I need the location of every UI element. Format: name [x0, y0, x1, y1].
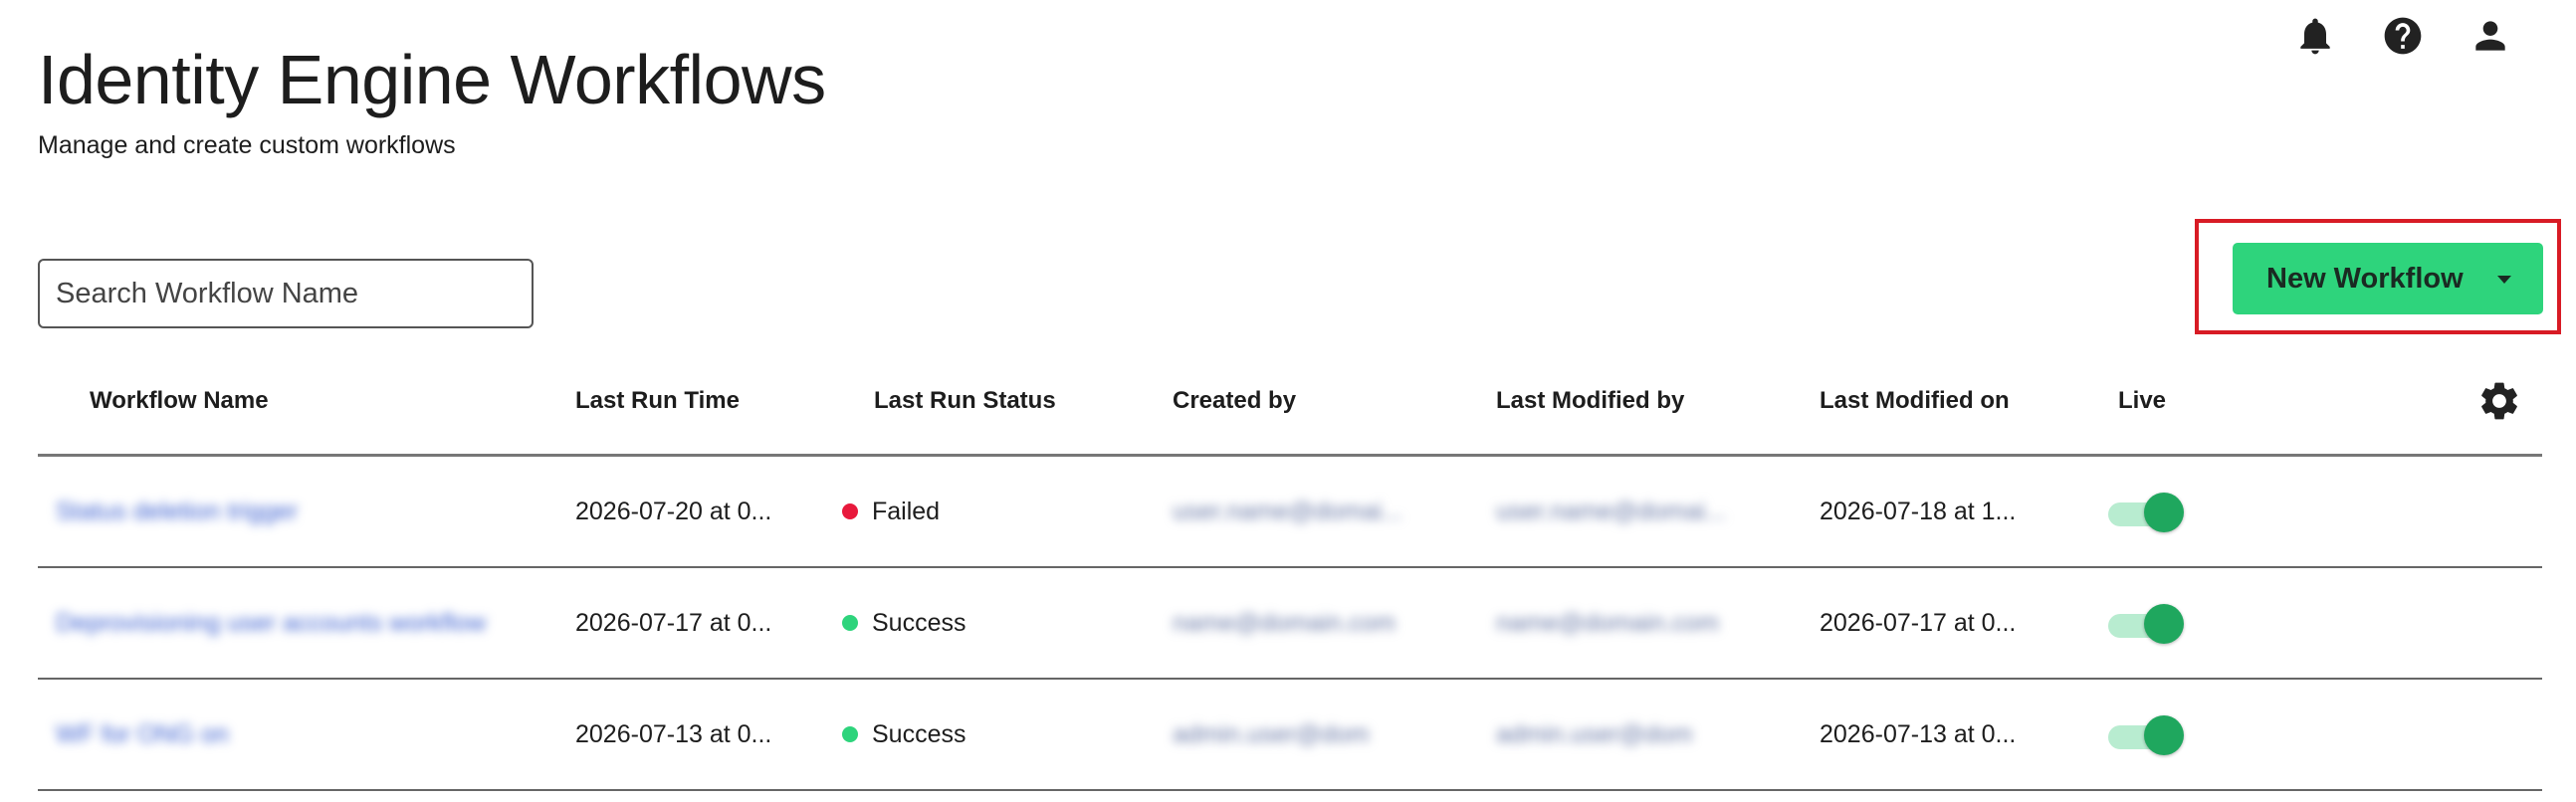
- last-run-time: 2026-07-13 at 0...: [575, 720, 772, 748]
- last-modified-by: name@domain.com: [1496, 609, 1720, 637]
- header-actions: [2293, 14, 2512, 58]
- workflows-table: Workflow Name Last Run Time Last Run Sta…: [38, 368, 2542, 791]
- status-success-dot: [842, 726, 858, 742]
- table-row[interactable]: Status deletion trigger 2026-07-20 at 0.…: [38, 457, 2542, 568]
- created-by: name@domain.com: [1173, 609, 1396, 637]
- column-header-last-modified-on[interactable]: Last Modified on: [1820, 386, 2010, 416]
- table-row[interactable]: WF for ONG on 2026-07-13 at 0... Success…: [38, 680, 2542, 791]
- column-header-live[interactable]: Live: [2118, 386, 2166, 416]
- page-title: Identity Engine Workflows: [38, 41, 826, 118]
- created-by: admin.user@dom: [1173, 720, 1370, 748]
- new-workflow-label: New Workflow: [2266, 262, 2464, 295]
- workflow-name-link[interactable]: Deprovisioning user accounts workflow: [56, 608, 486, 638]
- last-run-status: Success: [842, 608, 966, 638]
- user-icon[interactable]: [2469, 14, 2512, 58]
- last-run-status: Success: [842, 719, 966, 749]
- last-modified-by: admin.user@dom: [1496, 720, 1693, 748]
- column-header-created-by[interactable]: Created by: [1173, 386, 1296, 416]
- last-run-status: Failed: [842, 497, 940, 526]
- bell-icon[interactable]: [2293, 14, 2337, 58]
- search-input[interactable]: [38, 259, 534, 328]
- last-modified-on: 2026-07-18 at 1...: [1820, 498, 2017, 525]
- caret-down-icon[interactable]: [2497, 276, 2511, 284]
- table-header: Workflow Name Last Run Time Last Run Sta…: [38, 368, 2542, 457]
- status-label: Success: [872, 609, 966, 637]
- status-label: Failed: [872, 498, 941, 525]
- column-header-last-run-time[interactable]: Last Run Time: [575, 386, 740, 416]
- status-failed-dot: [842, 503, 858, 519]
- created-by: user.name@domai...: [1173, 498, 1403, 525]
- table-row[interactable]: Deprovisioning user accounts workflow 20…: [38, 568, 2542, 680]
- status-success-dot: [842, 615, 858, 631]
- last-modified-on: 2026-07-13 at 0...: [1820, 720, 2017, 748]
- live-toggle[interactable]: [2106, 604, 2184, 644]
- page-subtitle: Manage and create custom workflows: [38, 131, 456, 159]
- last-run-time: 2026-07-20 at 0...: [575, 498, 772, 525]
- column-header-workflow-name[interactable]: Workflow Name: [90, 386, 269, 416]
- column-header-last-run-status[interactable]: Last Run Status: [874, 386, 1056, 416]
- help-icon[interactable]: [2381, 14, 2425, 58]
- live-toggle[interactable]: [2106, 493, 2184, 532]
- gear-icon[interactable]: [2476, 378, 2522, 424]
- column-header-last-modified-by[interactable]: Last Modified by: [1496, 386, 1684, 416]
- last-run-time: 2026-07-17 at 0...: [575, 609, 772, 637]
- last-modified-on: 2026-07-17 at 0...: [1820, 609, 2017, 637]
- last-modified-by: user.name@domai...: [1496, 498, 1727, 525]
- new-workflow-button[interactable]: New Workflow: [2233, 243, 2543, 314]
- live-toggle[interactable]: [2106, 715, 2184, 755]
- workflow-name-link[interactable]: Status deletion trigger: [56, 497, 298, 526]
- workflow-name-link[interactable]: WF for ONG on: [56, 719, 229, 749]
- status-label: Success: [872, 720, 966, 748]
